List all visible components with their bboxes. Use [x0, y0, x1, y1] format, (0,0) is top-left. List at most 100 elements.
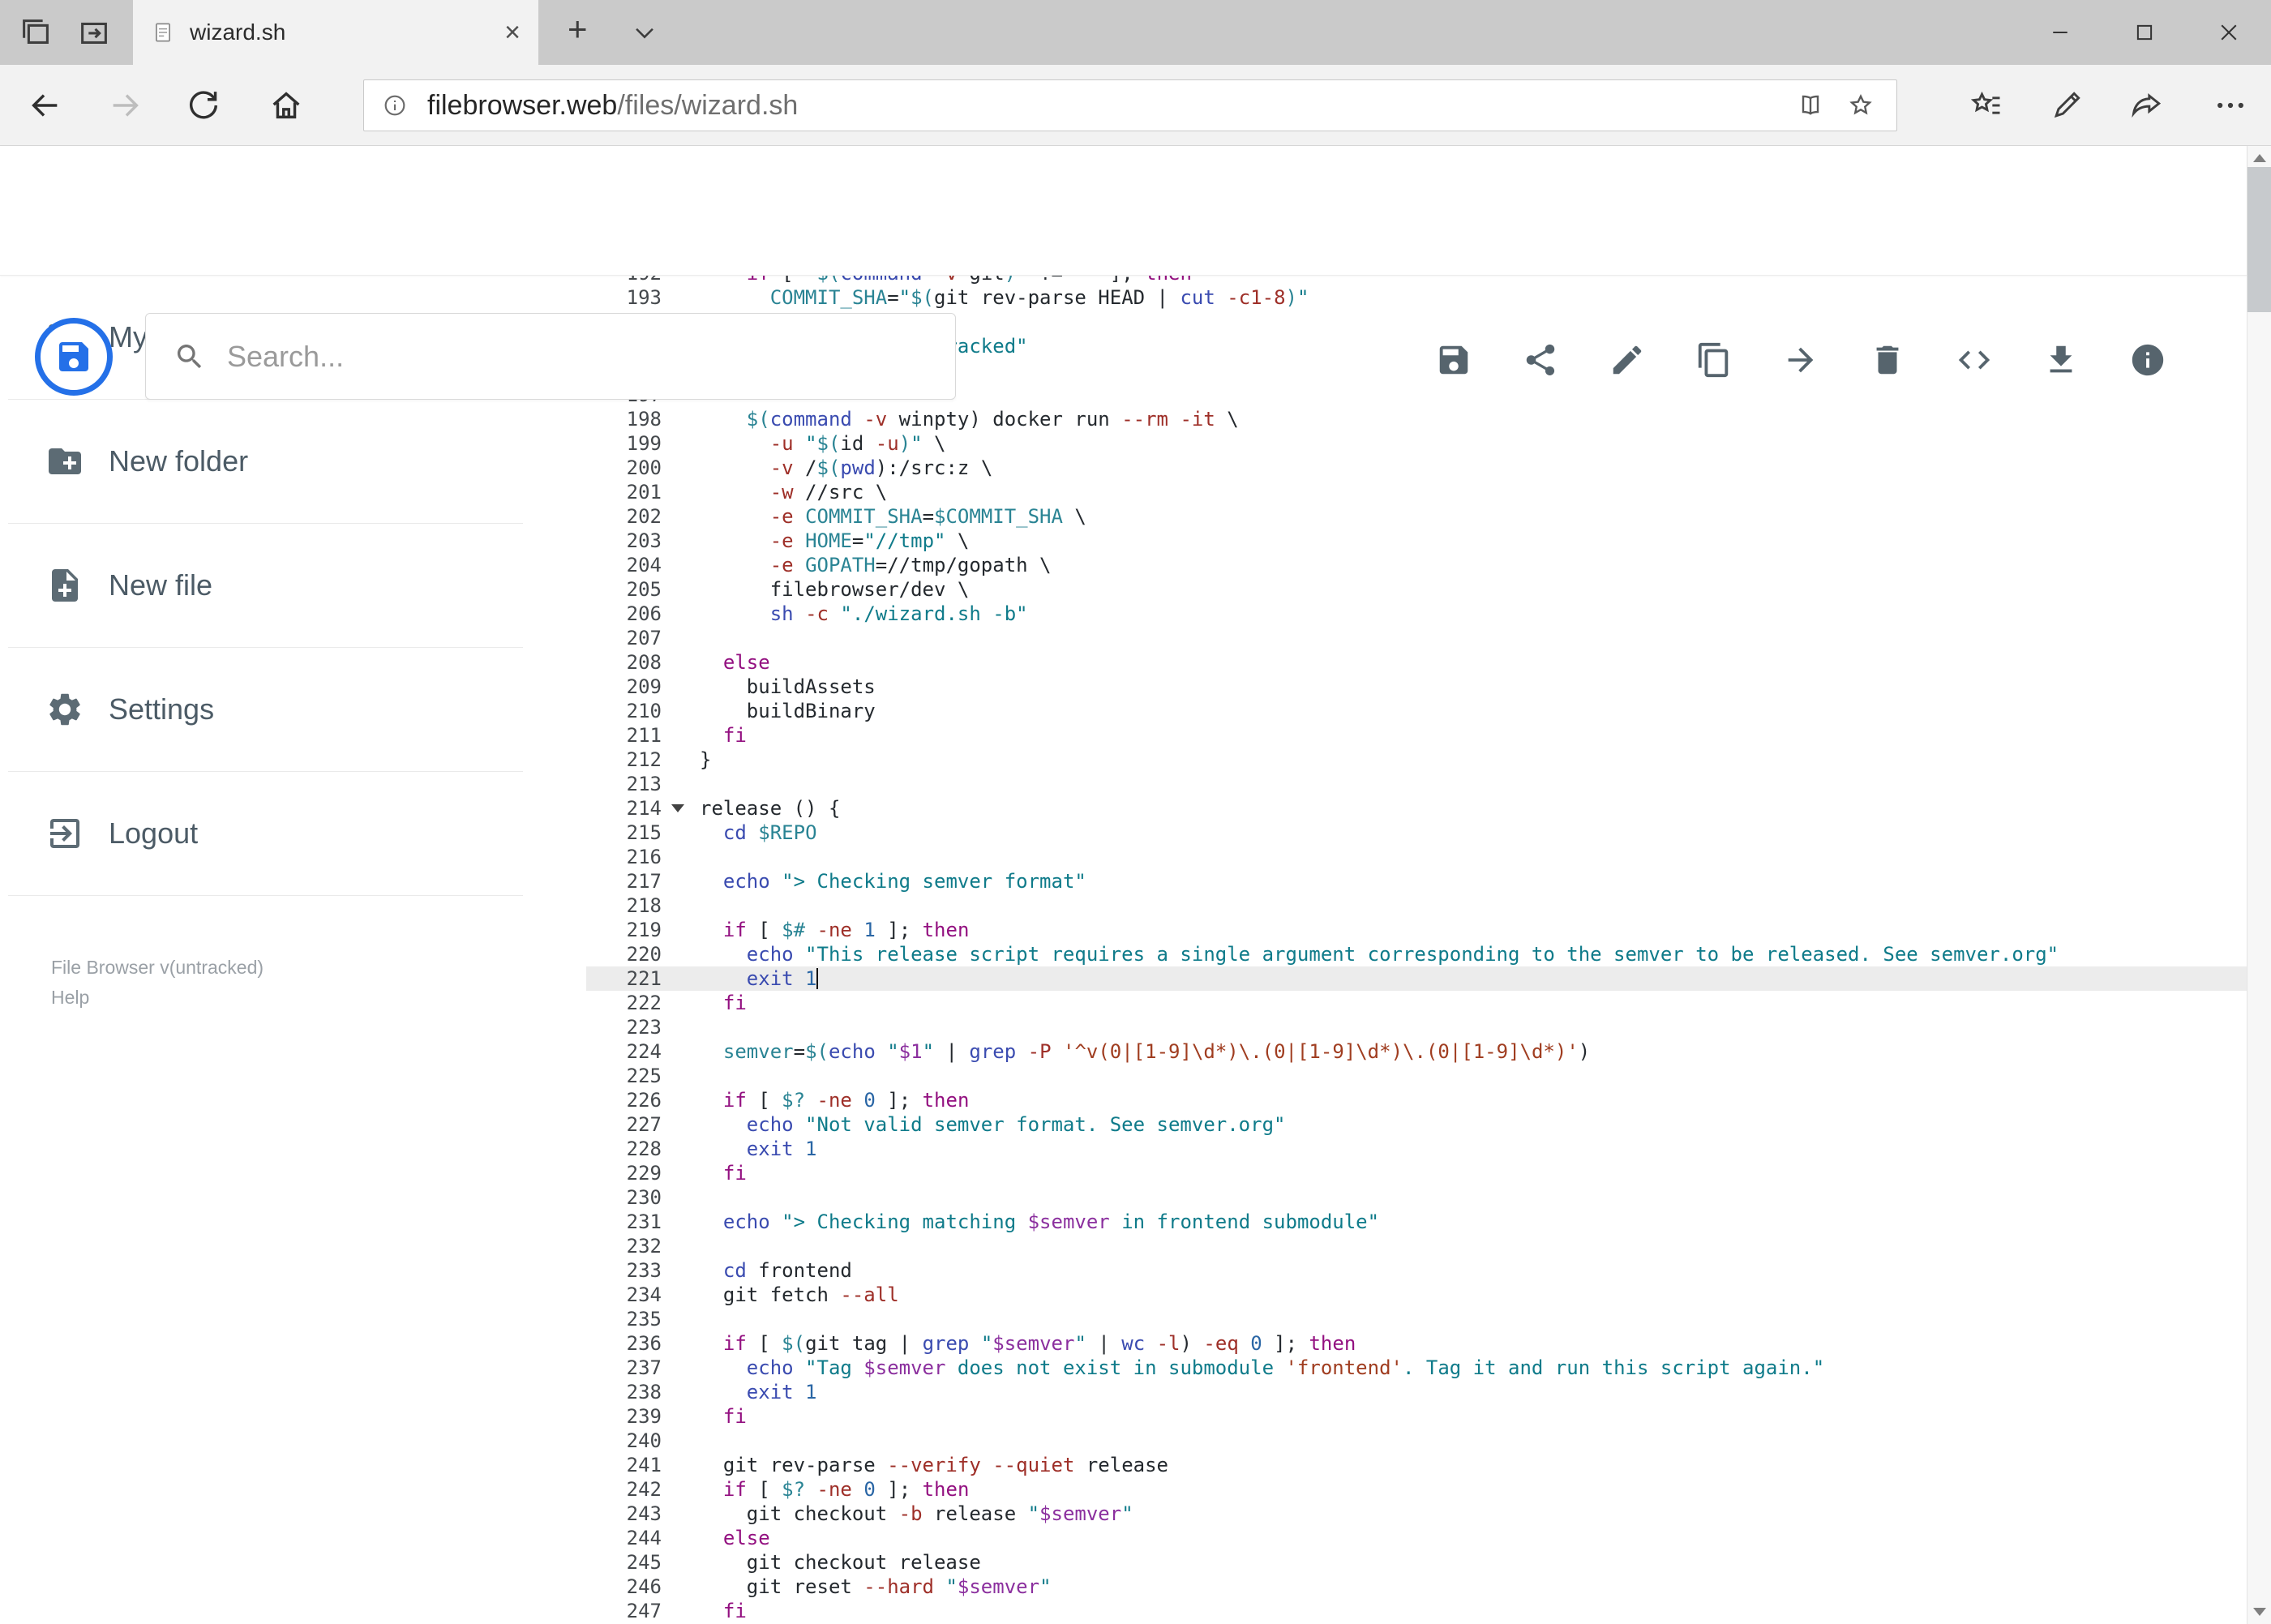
- code-text[interactable]: [700, 893, 2247, 918]
- code-line[interactable]: 238 exit 1: [586, 1380, 2247, 1404]
- code-line[interactable]: 206 sh -c "./wizard.sh -b": [586, 602, 2247, 626]
- code-text[interactable]: [700, 1064, 2247, 1088]
- share-button[interactable]: [1522, 341, 1559, 379]
- code-line[interactable]: 219 if [ $# -ne 1 ]; then: [586, 918, 2247, 942]
- code-text[interactable]: buildAssets: [700, 675, 2247, 699]
- code-text[interactable]: [700, 1307, 2247, 1331]
- code-line[interactable]: 198 $(command -v winpty) docker run --rm…: [586, 407, 2247, 431]
- forward-icon[interactable]: [107, 87, 144, 124]
- code-line[interactable]: 213: [586, 772, 2247, 796]
- code-text[interactable]: [700, 845, 2247, 869]
- fold-caret-icon[interactable]: [671, 804, 684, 812]
- code-text[interactable]: [700, 1185, 2247, 1210]
- code-line[interactable]: 224 semver=$(echo "$1" | grep -P '^v(0|[…: [586, 1039, 2247, 1064]
- code-line[interactable]: 216: [586, 845, 2247, 869]
- code-text[interactable]: [700, 1429, 2247, 1453]
- code-line[interactable]: 230: [586, 1185, 2247, 1210]
- chevron-down-icon[interactable]: [631, 23, 658, 42]
- web-note-pen-icon[interactable]: [2049, 88, 2085, 123]
- code-line[interactable]: 233 cd frontend: [586, 1258, 2247, 1283]
- code-text[interactable]: echo "> Checking matching $semver in fro…: [700, 1210, 2247, 1234]
- sidebar-item-new-file[interactable]: New file: [8, 524, 523, 648]
- code-text[interactable]: else: [700, 650, 2247, 675]
- code-line[interactable]: 201 -w //src \: [586, 480, 2247, 504]
- code-text[interactable]: [700, 626, 2247, 650]
- set-tabs-aside-icon[interactable]: [17, 14, 54, 51]
- code-text[interactable]: sh -c "./wizard.sh -b": [700, 602, 2247, 626]
- code-text[interactable]: -v /$(pwd):/src:z \: [700, 456, 2247, 480]
- code-view-button[interactable]: [1956, 341, 1993, 379]
- code-line[interactable]: 193 COMMIT_SHA="$(git rev-parse HEAD | c…: [586, 285, 2247, 310]
- move-button[interactable]: [1782, 341, 1819, 379]
- save-button[interactable]: [1435, 341, 1472, 379]
- filebrowser-logo[interactable]: [35, 318, 113, 396]
- address-bar[interactable]: filebrowser.web/files/wizard.sh: [363, 79, 1897, 131]
- code-text[interactable]: }: [700, 748, 2247, 772]
- code-text[interactable]: echo "Tag $semver does not exist in subm…: [700, 1356, 2247, 1380]
- tab-close-icon[interactable]: ×: [504, 19, 521, 46]
- code-line[interactable]: 243 git checkout -b release "$semver": [586, 1502, 2247, 1526]
- code-line[interactable]: 234 git fetch --all: [586, 1283, 2247, 1307]
- code-line[interactable]: 223: [586, 1015, 2247, 1039]
- browser-tab[interactable]: wizard.sh ×: [133, 0, 538, 65]
- code-text[interactable]: git fetch --all: [700, 1283, 2247, 1307]
- code-text[interactable]: -w //src \: [700, 480, 2247, 504]
- code-text[interactable]: else: [700, 1526, 2247, 1550]
- code-text[interactable]: cd $REPO: [700, 821, 2247, 845]
- code-text[interactable]: -e COMMIT_SHA=$COMMIT_SHA \: [700, 504, 2247, 529]
- back-icon[interactable]: [26, 87, 63, 124]
- code-text[interactable]: [700, 1015, 2247, 1039]
- code-line[interactable]: 241 git rev-parse --verify --quiet relea…: [586, 1453, 2247, 1477]
- code-line[interactable]: 205 filebrowser/dev \: [586, 577, 2247, 602]
- code-line[interactable]: 242 if [ $? -ne 0 ]; then: [586, 1477, 2247, 1502]
- code-line[interactable]: 221 exit 1: [586, 966, 2247, 991]
- code-line[interactable]: 236 if [ $(git tag | grep "$semver" | wc…: [586, 1331, 2247, 1356]
- code-text[interactable]: buildBinary: [700, 699, 2247, 723]
- close-window-button[interactable]: [2187, 0, 2271, 65]
- code-line[interactable]: 214 release () {: [586, 796, 2247, 821]
- code-line[interactable]: 246 git reset --hard "$semver": [586, 1575, 2247, 1599]
- minimize-button[interactable]: [2018, 0, 2102, 65]
- ellipsis-icon[interactable]: [2213, 88, 2248, 123]
- search-input[interactable]: [227, 339, 931, 374]
- code-text[interactable]: git rev-parse --verify --quiet release: [700, 1453, 2247, 1477]
- code-text[interactable]: if [ $? -ne 0 ]; then: [700, 1088, 2247, 1112]
- code-text[interactable]: [700, 1234, 2247, 1258]
- help-link[interactable]: Help: [51, 983, 264, 1013]
- vertical-scrollbar[interactable]: [2247, 146, 2271, 1624]
- code-text[interactable]: echo "> Checking semver format": [700, 869, 2247, 893]
- scroll-up-icon[interactable]: [2253, 154, 2266, 162]
- code-line[interactable]: 207: [586, 626, 2247, 650]
- share-icon[interactable]: [2130, 88, 2166, 123]
- code-line[interactable]: 202 -e COMMIT_SHA=$COMMIT_SHA \: [586, 504, 2247, 529]
- new-tab-button[interactable]: +: [568, 10, 588, 49]
- code-line[interactable]: 244 else: [586, 1526, 2247, 1550]
- code-text[interactable]: git checkout release: [700, 1550, 2247, 1575]
- code-line[interactable]: 203 -e HOME="//tmp" \: [586, 529, 2247, 553]
- code-text[interactable]: -u "$(id -u)" \: [700, 431, 2247, 456]
- code-text[interactable]: [700, 772, 2247, 796]
- code-text[interactable]: git checkout -b release "$semver": [700, 1502, 2247, 1526]
- download-button[interactable]: [2042, 341, 2080, 379]
- code-editor[interactable]: 192 if [ "$(command -v git)" != "" ]; th…: [586, 276, 2247, 1624]
- code-text[interactable]: fi: [700, 723, 2247, 748]
- code-text[interactable]: exit 1: [700, 1137, 2247, 1161]
- maximize-button[interactable]: [2102, 0, 2187, 65]
- favorite-star-icon[interactable]: [1846, 91, 1875, 120]
- code-line[interactable]: 204 -e GOPATH=//tmp/gopath \: [586, 553, 2247, 577]
- code-text[interactable]: if [ $(git tag | grep "$semver" | wc -l)…: [700, 1331, 2247, 1356]
- code-text[interactable]: exit 1: [700, 1380, 2247, 1404]
- site-info-icon[interactable]: [382, 92, 408, 118]
- code-line[interactable]: 228 exit 1: [586, 1137, 2247, 1161]
- code-text[interactable]: fi: [700, 991, 2247, 1015]
- code-line[interactable]: 210 buildBinary: [586, 699, 2247, 723]
- code-line[interactable]: 245 git checkout release: [586, 1550, 2247, 1575]
- code-line[interactable]: 235: [586, 1307, 2247, 1331]
- code-text[interactable]: exit 1: [700, 966, 2247, 991]
- code-line[interactable]: 192 if [ "$(command -v git)" != "" ]; th…: [586, 276, 2247, 285]
- code-text[interactable]: filebrowser/dev \: [700, 577, 2247, 602]
- scrollbar-thumb[interactable]: [2247, 167, 2271, 312]
- code-text[interactable]: release () {: [700, 796, 2247, 821]
- code-text[interactable]: fi: [700, 1161, 2247, 1185]
- code-line[interactable]: 209 buildAssets: [586, 675, 2247, 699]
